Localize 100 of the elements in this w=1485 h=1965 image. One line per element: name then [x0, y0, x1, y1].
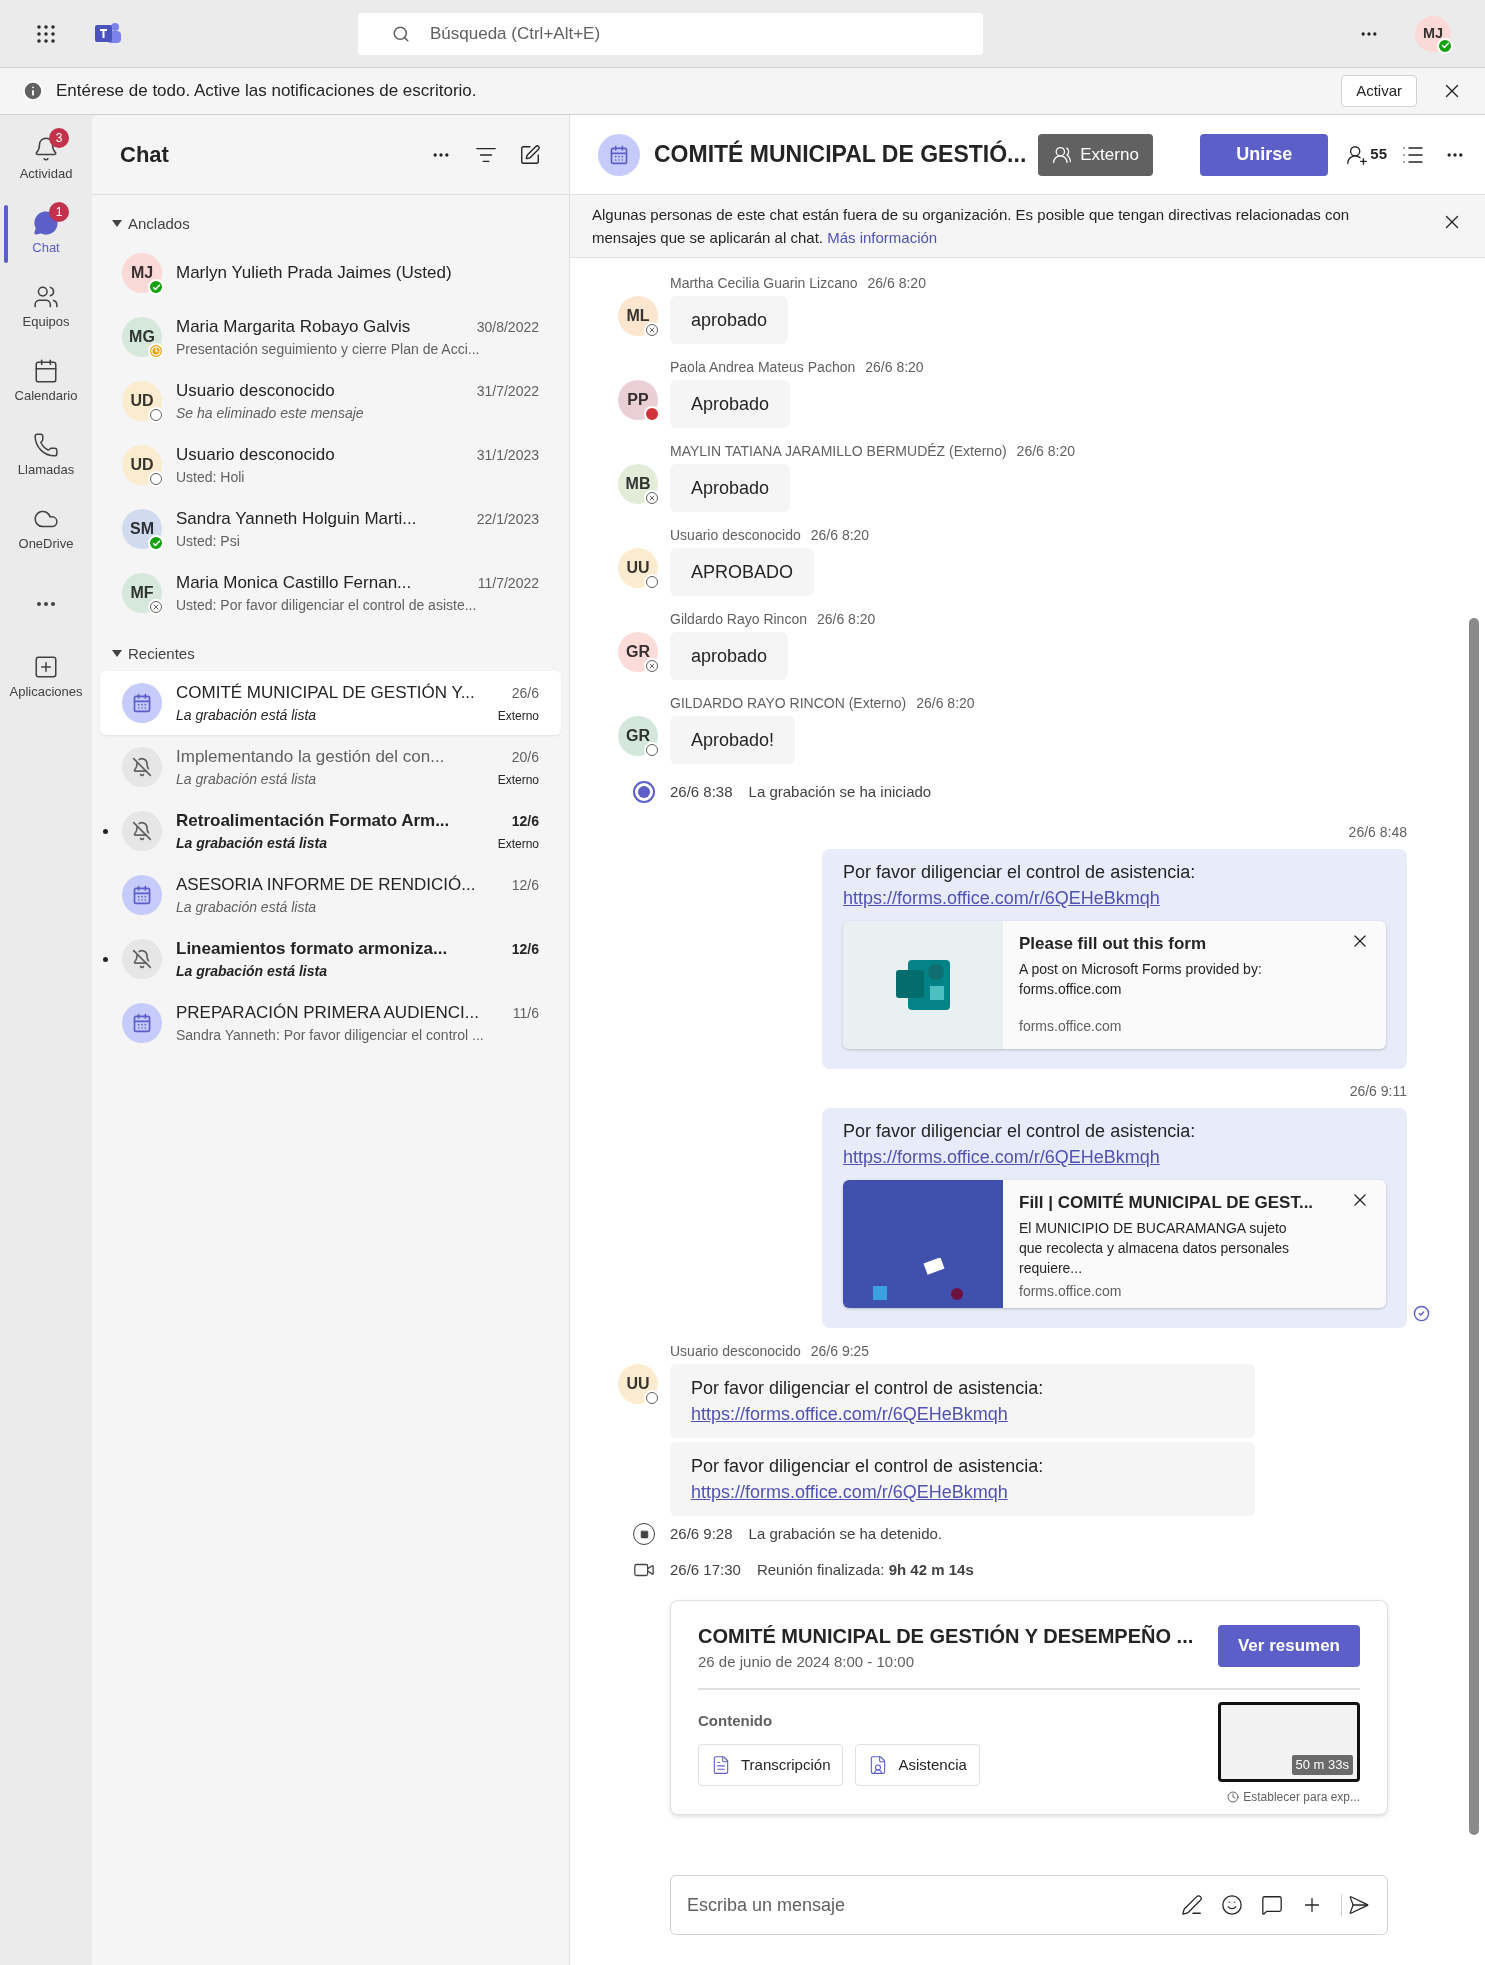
rail-item[interactable]: Llamadas: [0, 419, 92, 493]
chat-list-item[interactable]: MG Maria Margarita Robayo Galvis 30/8/2022 Presentación seguimiento y cierre Plan de Acci...: [100, 305, 561, 369]
join-button[interactable]: Unirse: [1200, 133, 1329, 176]
avatar: GR: [618, 632, 658, 672]
send-icon[interactable]: [1341, 1894, 1371, 1916]
recording-thumbnail[interactable]: 50 m 33s: [1218, 1701, 1360, 1782]
message-compose-field[interactable]: Escriba un mensaje: [670, 1875, 1388, 1935]
chat-name: Maria Monica Castillo Fernan...: [176, 571, 412, 594]
message-text: APROBADO: [691, 561, 794, 584]
chat-date: 12/6: [511, 811, 539, 831]
rail-item[interactable]: Aplicaciones: [0, 641, 92, 715]
rail-item[interactable]: 3 Actividad: [0, 123, 92, 197]
message-time: 26/6 8:20: [916, 694, 975, 712]
chat-name: Marlyn Yulieth Prada Jaimes (Usted): [176, 262, 452, 285]
phone-icon: [33, 432, 59, 459]
muted-avatar: [122, 939, 162, 979]
calendar-icon: [33, 358, 59, 385]
new-chat-icon[interactable]: [519, 143, 541, 166]
chat-date: 20/6: [511, 747, 539, 767]
chat-preview: La grabación está lista: [176, 706, 317, 726]
search-field[interactable]: Búsqueda (Ctrl+Alt+E): [358, 12, 983, 55]
event-text: Reunión finalizada: 9h 42 m 14s: [756, 1559, 974, 1580]
chat-list-item[interactable]: MJ Marlyn Yulieth Prada Jaimes (Usted): [100, 241, 561, 305]
chat-name: Maria Margarita Robayo Galvis: [176, 315, 411, 338]
external-tag: Externo: [497, 707, 539, 726]
people-icon: [1052, 144, 1073, 165]
link-preview-card[interactable]: Fill | COMITÉ MUNICIPAL DE GEST... El MUNICIPIO DE BUCARAMANGA sujeto que recolecta y almacena datos personales requiere... forms.office.com: [843, 1180, 1386, 1308]
search-input[interactable]: Búsqueda (Ctrl+Alt+E): [430, 12, 949, 55]
message-link[interactable]: https://forms.office.com/r/6QEHeBkmqh: [843, 885, 1386, 911]
sender-name: MAYLIN TATIANA JARAMILLO BERMUDÉZ (Externo): [670, 442, 1007, 460]
message-text: Aprobado: [691, 477, 770, 500]
avatar: UU: [618, 1364, 658, 1404]
chat-list-item[interactable]: ASESORIA INFORME DE RENDICIÓ... 12/6 La grabación está lista: [100, 863, 561, 927]
meeting-title: COMITÉ MUNICIPAL DE GESTIÓN Y DESEMPEÑO ...: [698, 1623, 1194, 1649]
chat-list-item[interactable]: UD Usuario desconocido 31/1/2023 Usted: Holi: [100, 433, 561, 497]
meeting-date: 26 de junio de 2024 8:00 - 10:00: [698, 1652, 915, 1672]
more-info-link[interactable]: Más información: [827, 229, 938, 246]
rail-item[interactable]: OneDrive: [0, 493, 92, 567]
file-chip[interactable]: Transcripción: [698, 1744, 844, 1786]
rail-label: Actividad: [19, 165, 73, 184]
chat-preview: La grabación está lista: [176, 898, 317, 918]
event-text: La grabación se ha detenido.: [748, 1523, 943, 1544]
chat-list-item[interactable]: Lineamientos formato armoniza... 12/6 La grabación está lista: [100, 927, 561, 991]
message-link[interactable]: https://forms.office.com/r/6QEHeBkmqh: [691, 1401, 1234, 1427]
event-text: La grabación se ha iniciado: [748, 781, 932, 802]
format-icon[interactable]: [1181, 1894, 1203, 1916]
recording-icon: [633, 781, 655, 803]
message-text: Por favor diligenciar el control de asistencia:: [843, 1120, 1197, 1143]
chat-name: ASESORIA INFORME DE RENDICIÓ...: [176, 873, 476, 896]
chat-preview: La grabación está lista: [176, 962, 327, 982]
meeting-avatar: [122, 1003, 162, 1043]
sticker-icon[interactable]: [1261, 1894, 1283, 1916]
emoji-icon[interactable]: [1221, 1894, 1243, 1916]
rail-item[interactable]: Equipos: [0, 271, 92, 345]
chat-name: Retroalimentación Formato Arm...: [176, 809, 450, 832]
chat-list-item[interactable]: Retroalimentación Formato Arm... 12/6 La grabación está lista Externo: [100, 799, 561, 863]
add-apps-icon: [33, 654, 59, 681]
rail-item[interactable]: 1 Chat: [0, 197, 92, 271]
chat-list-item[interactable]: PREPARACIÓN PRIMERA AUDIENCI... 11/6 Sandra Yanneth: Por favor diligenciar el control ...: [100, 991, 561, 1055]
chat-date: 26/6: [511, 683, 539, 703]
message-time: 26/6 8:48: [1348, 823, 1407, 842]
avatar: SM: [122, 509, 162, 549]
file-chip[interactable]: Asistencia: [855, 1744, 980, 1786]
section-header[interactable]: Recientes: [92, 625, 569, 671]
rail-item[interactable]: Calendario: [0, 345, 92, 419]
chat-name: Usuario desconocido: [176, 443, 335, 466]
link-preview-card[interactable]: Please fill out this form A post on Microsoft Forms provided by: forms.office.com forms.office.com: [843, 921, 1386, 1049]
chat-title: COMITÉ MUNICIPAL DE GESTIÓ...: [654, 139, 1027, 170]
scrollbar-thumb[interactable]: [1469, 618, 1479, 1835]
message-link[interactable]: https://forms.office.com/r/6QEHeBkmqh: [843, 1144, 1386, 1170]
forms-logo-icon: [894, 958, 952, 1012]
message-link[interactable]: https://forms.office.com/r/6QEHeBkmqh: [691, 1479, 1234, 1505]
chat-list-item[interactable]: Implementando la gestión del con... 20/6 La grabación está lista Externo: [100, 735, 561, 799]
participants-button[interactable]: 55: [1346, 143, 1387, 166]
chat-date: 31/1/2023: [476, 445, 539, 465]
chat-name: Implementando la gestión del con...: [176, 745, 445, 768]
section-header[interactable]: Anclados: [92, 195, 569, 241]
chat-list-item[interactable]: MF Maria Monica Castillo Fernan... 11/7/2022 Usted: Por favor diligenciar el control de asiste...: [100, 561, 561, 625]
meeting-avatar: [122, 875, 162, 915]
message-input[interactable]: Escriba un mensaje: [687, 1876, 1163, 1934]
caret-icon: [112, 650, 122, 658]
chat-list-item[interactable]: SM Sandra Yanneth Holguin Marti... 22/1/2023 Usted: Psi: [100, 497, 561, 561]
sender-name: Usuario desconocido: [670, 1342, 801, 1360]
external-tag: Externo: [1038, 133, 1153, 176]
clock-icon: [1227, 1790, 1240, 1803]
message-time: 26/6 9:25: [810, 1342, 870, 1360]
sender-name: Martha Cecilia Guarin Lizcano: [670, 274, 858, 292]
search-icon: [392, 24, 410, 43]
chat-list-item[interactable]: UD Usuario desconocido 31/7/2022 Se ha eliminado este mensaje: [100, 369, 561, 433]
rail-label: Aplicaciones: [9, 683, 83, 702]
preview-title: Fill | COMITÉ MUNICIPAL DE GEST...: [1019, 1192, 1314, 1214]
chat-preview: Se ha eliminado este mensaje: [176, 404, 364, 424]
muted-avatar: [122, 747, 162, 787]
message-time: 26/6 8:20: [1016, 442, 1075, 460]
activate-button[interactable]: Activar: [1341, 75, 1417, 107]
panel-title: Chat: [120, 141, 170, 169]
rail-label: Calendario: [14, 387, 78, 406]
notification-badge: 1: [49, 202, 69, 223]
view-summary-button[interactable]: Ver resumen: [1217, 1625, 1360, 1667]
chat-list-item[interactable]: COMITÉ MUNICIPAL DE GESTIÓN Y... 26/6 La grabación está lista Externo: [100, 671, 561, 735]
